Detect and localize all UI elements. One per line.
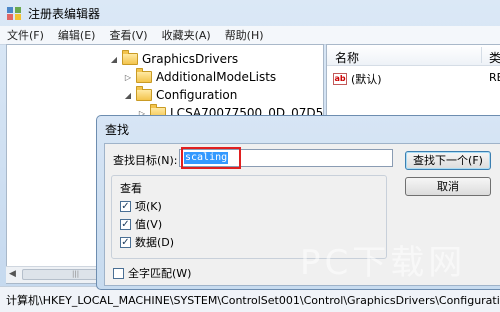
dialog-title: 查找 bbox=[105, 123, 130, 137]
values-column-header: 名称 类 bbox=[327, 45, 500, 66]
collapse-arrow-icon[interactable]: ◢ bbox=[109, 55, 119, 64]
option-data-label: 数据(D) bbox=[135, 236, 175, 249]
tree-item-label: AdditionalModeLists bbox=[156, 70, 277, 84]
menu-view[interactable]: 查看(V) bbox=[102, 27, 154, 43]
look-at-label: 查看 bbox=[120, 182, 142, 195]
window-title: 注册表编辑器 bbox=[28, 6, 101, 21]
option-match-whole-label: 全字匹配(W) bbox=[128, 267, 192, 280]
value-type: RE bbox=[489, 71, 500, 84]
look-at-group: 查看 ✓ 项(K) ✓ 值(V) ✓ 数据(D) bbox=[111, 175, 387, 259]
checkbox-match-whole[interactable] bbox=[113, 267, 124, 279]
option-keys-label: 项(K) bbox=[135, 200, 162, 213]
menu-edit[interactable]: 编辑(E) bbox=[51, 27, 103, 43]
cancel-button[interactable]: 取消 bbox=[405, 177, 491, 196]
scroll-left-icon[interactable]: ◀ bbox=[9, 269, 16, 279]
tree-item-label: GraphicsDrivers bbox=[142, 52, 239, 66]
option-keys[interactable]: ✓ 项(K) bbox=[120, 198, 162, 214]
checkbox-data[interactable]: ✓ bbox=[120, 236, 131, 248]
regedit-icon bbox=[7, 7, 21, 20]
scroll-grip-icon: ||| bbox=[72, 270, 80, 278]
option-data[interactable]: ✓ 数据(D) bbox=[120, 234, 174, 250]
tree-item-label: Configuration bbox=[156, 88, 238, 102]
string-value-icon: ab bbox=[333, 73, 347, 85]
find-next-button[interactable]: 查找下一个(F) bbox=[405, 151, 491, 170]
menu-file[interactable]: 文件(F) bbox=[0, 27, 51, 43]
dialog-body: 查找目标(N): scaling 查找下一个(F) 取消 查看 ✓ 项(K) ✓… bbox=[104, 143, 500, 286]
checkbox-values[interactable]: ✓ bbox=[120, 218, 131, 230]
tree-item-additionalmodelists[interactable]: ▷ AdditionalModeLists bbox=[123, 68, 276, 86]
menu-favorites[interactable]: 收藏夹(A) bbox=[155, 27, 218, 43]
folder-icon bbox=[122, 50, 138, 65]
folder-icon bbox=[136, 68, 152, 83]
find-what-input[interactable]: scaling bbox=[179, 149, 393, 167]
tree-item-configuration[interactable]: ◢ Configuration bbox=[123, 86, 237, 104]
value-name: (默认) bbox=[351, 73, 382, 86]
checkbox-keys[interactable]: ✓ bbox=[120, 200, 131, 212]
status-path: 计算机\HKEY_LOCAL_MACHINE\SYSTEM\ControlSet… bbox=[6, 293, 500, 307]
column-name[interactable]: 名称 bbox=[335, 49, 359, 66]
title-bar: 注册表编辑器 bbox=[0, 0, 500, 26]
expand-arrow-icon[interactable]: ▷ bbox=[123, 73, 133, 82]
registry-editor-window: 注册表编辑器 文件(F) 编辑(E) 查看(V) 收藏夹(A) 帮助(H) ◢ … bbox=[0, 0, 500, 312]
menu-bar: 文件(F) 编辑(E) 查看(V) 收藏夹(A) 帮助(H) bbox=[0, 26, 500, 45]
menu-help[interactable]: 帮助(H) bbox=[218, 27, 271, 43]
option-values-label: 值(V) bbox=[135, 218, 163, 231]
value-row-default[interactable]: ab (默认) bbox=[333, 71, 382, 87]
option-values[interactable]: ✓ 值(V) bbox=[120, 216, 162, 232]
column-type[interactable]: 类 bbox=[489, 49, 500, 66]
find-what-value: scaling bbox=[184, 152, 229, 164]
find-what-label: 查找目标(N): bbox=[113, 154, 178, 167]
find-dialog: 查找 查找目标(N): scaling 查找下一个(F) 取消 查看 ✓ 项(K… bbox=[96, 115, 500, 290]
collapse-arrow-icon[interactable]: ◢ bbox=[123, 91, 133, 100]
column-divider[interactable] bbox=[481, 47, 482, 63]
open-folder-icon bbox=[136, 86, 152, 101]
tree-item-graphicsdrivers[interactable]: ◢ GraphicsDrivers bbox=[109, 50, 238, 68]
option-match-whole[interactable]: 全字匹配(W) bbox=[113, 265, 191, 281]
